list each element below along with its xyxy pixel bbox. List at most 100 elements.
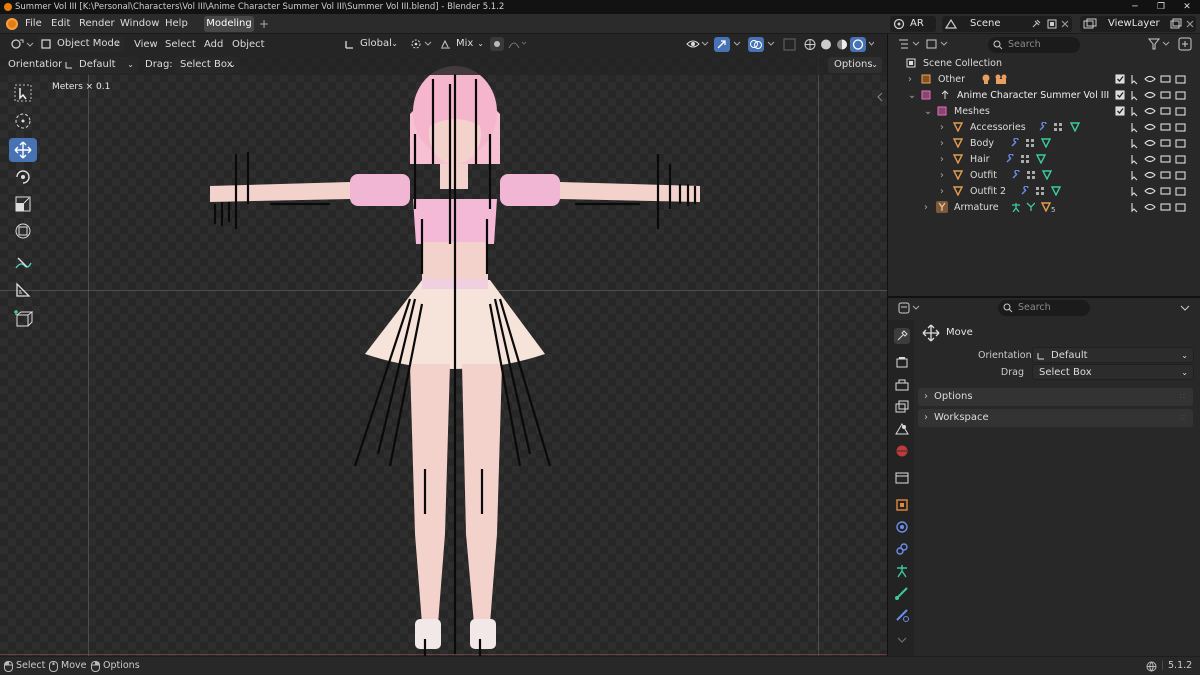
tab-output-icon[interactable]: [894, 377, 910, 393]
selectable-arrow-icon[interactable]: [1131, 123, 1138, 133]
expand-chevron-icon[interactable]: ›: [908, 72, 912, 87]
overlays-toggle-icon[interactable]: [748, 37, 778, 52]
render-camera-icon[interactable]: [1175, 139, 1186, 148]
viewport-display-icon[interactable]: [1160, 107, 1171, 115]
prop-orientation-dropdown[interactable]: Default ⌄: [1032, 347, 1194, 363]
viewport-display-icon[interactable]: [1160, 187, 1171, 195]
tool-select-box[interactable]: [9, 81, 37, 105]
outliner-editor-icon[interactable]: [898, 38, 922, 50]
selectable-arrow-icon[interactable]: [1131, 187, 1138, 197]
filter-icon[interactable]: [1148, 38, 1172, 50]
tab-view-layer-icon[interactable]: [894, 399, 910, 415]
viewport-display-icon[interactable]: [1160, 139, 1171, 147]
orientation-dropdown[interactable]: Default ⌄: [62, 57, 138, 73]
new-collection-icon[interactable]: [1178, 37, 1192, 51]
editor-type-icon[interactable]: [10, 38, 34, 51]
viewlayer-selector[interactable]: ViewLayer: [1080, 16, 1196, 32]
tab-world-icon[interactable]: [894, 443, 910, 459]
selectable-arrow-icon[interactable]: [1131, 75, 1138, 85]
mode-dropdown[interactable]: Object Mode ⌄: [38, 36, 124, 52]
tool-move[interactable]: [9, 138, 37, 162]
expand-chevron-icon[interactable]: ›: [940, 136, 944, 151]
viewport-display-icon[interactable]: [1160, 123, 1171, 131]
drag-handle-icon[interactable]: ∷: [1180, 409, 1185, 427]
new-scene-icon[interactable]: [1046, 18, 1058, 30]
tab-physics-icon[interactable]: [894, 519, 910, 535]
visibility-eye-icon[interactable]: [686, 38, 710, 51]
tool-annotate[interactable]: [9, 251, 37, 275]
tab-pose-icon[interactable]: [894, 563, 910, 579]
expand-chevron-icon[interactable]: ›: [940, 168, 944, 183]
tab-scene-icon[interactable]: [894, 421, 910, 437]
blender-menu-icon[interactable]: [6, 18, 18, 30]
chevron-down-icon[interactable]: [1180, 305, 1190, 313]
viewport-display-icon[interactable]: [1160, 203, 1171, 211]
visibility-eye-icon[interactable]: [1144, 171, 1156, 179]
properties-search[interactable]: Search: [998, 300, 1090, 316]
delete-scene-icon[interactable]: [1060, 19, 1070, 29]
tab-tool-icon[interactable]: [894, 328, 910, 344]
tool-scale[interactable]: [9, 192, 37, 216]
tab-modeling[interactable]: Modeling: [204, 16, 254, 32]
proportional-falloff-icon[interactable]: [508, 38, 528, 50]
selectable-arrow-icon[interactable]: [1131, 139, 1138, 149]
expand-chevron-icon[interactable]: ›: [940, 120, 944, 135]
sidebar-toggle-icon[interactable]: [876, 92, 884, 102]
options-panel-header[interactable]: › Options ∷: [918, 388, 1193, 406]
menu-edit[interactable]: Edit: [51, 17, 70, 31]
tab-constraints-icon[interactable]: [894, 541, 910, 557]
collapse-chevron-icon[interactable]: ⌄: [924, 104, 932, 119]
prop-drag-dropdown[interactable]: Select Box ⌄: [1032, 364, 1194, 380]
visibility-eye-icon[interactable]: [1144, 123, 1156, 131]
transform-orientation-dropdown[interactable]: Global ⌄: [342, 36, 402, 52]
shading-mode-buttons[interactable]: [802, 37, 874, 52]
add-workspace-button[interactable]: +: [259, 17, 269, 31]
tool-rotate[interactable]: [9, 165, 37, 189]
menu-object[interactable]: Object: [232, 37, 265, 53]
visibility-eye-icon[interactable]: [1144, 187, 1156, 195]
tool-measure[interactable]: [9, 278, 37, 302]
minimize-button[interactable]: ─: [1122, 0, 1148, 14]
visibility-eye-icon[interactable]: [1144, 91, 1156, 99]
visibility-eye-icon[interactable]: [1144, 75, 1156, 83]
outliner-search[interactable]: Search: [988, 37, 1080, 53]
visibility-eye-icon[interactable]: [1144, 107, 1156, 115]
tab-render-icon[interactable]: [894, 355, 910, 371]
tab-armature-data-icon[interactable]: [894, 585, 910, 601]
xray-toggle-icon[interactable]: [783, 37, 797, 52]
options-dropdown[interactable]: Options ⌄: [828, 57, 882, 73]
drag-dropdown[interactable]: Select Box ⌄: [174, 57, 240, 73]
viewport-display-icon[interactable]: [1160, 171, 1171, 179]
tool-add-cube[interactable]: [9, 307, 37, 331]
render-camera-icon[interactable]: [1175, 155, 1186, 164]
delete-view-layer-icon[interactable]: [1185, 19, 1195, 29]
tab-collection-icon[interactable]: [894, 470, 910, 486]
selectable-arrow-icon[interactable]: [1131, 155, 1138, 165]
tool-transform[interactable]: [9, 219, 37, 243]
render-camera-icon[interactable]: [1175, 91, 1186, 100]
selectable-arrow-icon[interactable]: [1131, 203, 1138, 213]
selectable-arrow-icon[interactable]: [1131, 171, 1138, 181]
gizmo-toggle-icon[interactable]: [714, 37, 744, 52]
new-view-layer-icon[interactable]: [1170, 18, 1182, 30]
render-camera-icon[interactable]: [1175, 123, 1186, 132]
expand-chevron-icon[interactable]: ›: [924, 200, 928, 215]
menu-help[interactable]: Help: [165, 17, 188, 31]
menu-view[interactable]: View: [134, 37, 158, 53]
render-camera-icon[interactable]: [1175, 171, 1186, 180]
viewport-display-icon[interactable]: [1160, 91, 1171, 99]
menu-render[interactable]: Render: [79, 17, 115, 31]
expand-chevron-icon[interactable]: ›: [940, 184, 944, 199]
workspace-panel-header[interactable]: › Workspace ∷: [918, 409, 1193, 427]
visibility-eye-icon[interactable]: [1144, 203, 1156, 211]
menu-select[interactable]: Select: [165, 37, 196, 53]
close-button[interactable]: ✕: [1174, 0, 1200, 14]
pin-icon[interactable]: [1030, 18, 1042, 30]
scene-selector[interactable]: Scene: [942, 16, 1072, 32]
expand-chevron-icon[interactable]: ›: [940, 152, 944, 167]
drag-handle-icon[interactable]: ∷: [1180, 388, 1185, 406]
maximize-button[interactable]: ❐: [1148, 0, 1174, 14]
proportional-editing-icon[interactable]: [490, 37, 504, 51]
render-camera-icon[interactable]: [1175, 203, 1186, 212]
tool-cursor[interactable]: [9, 109, 37, 133]
